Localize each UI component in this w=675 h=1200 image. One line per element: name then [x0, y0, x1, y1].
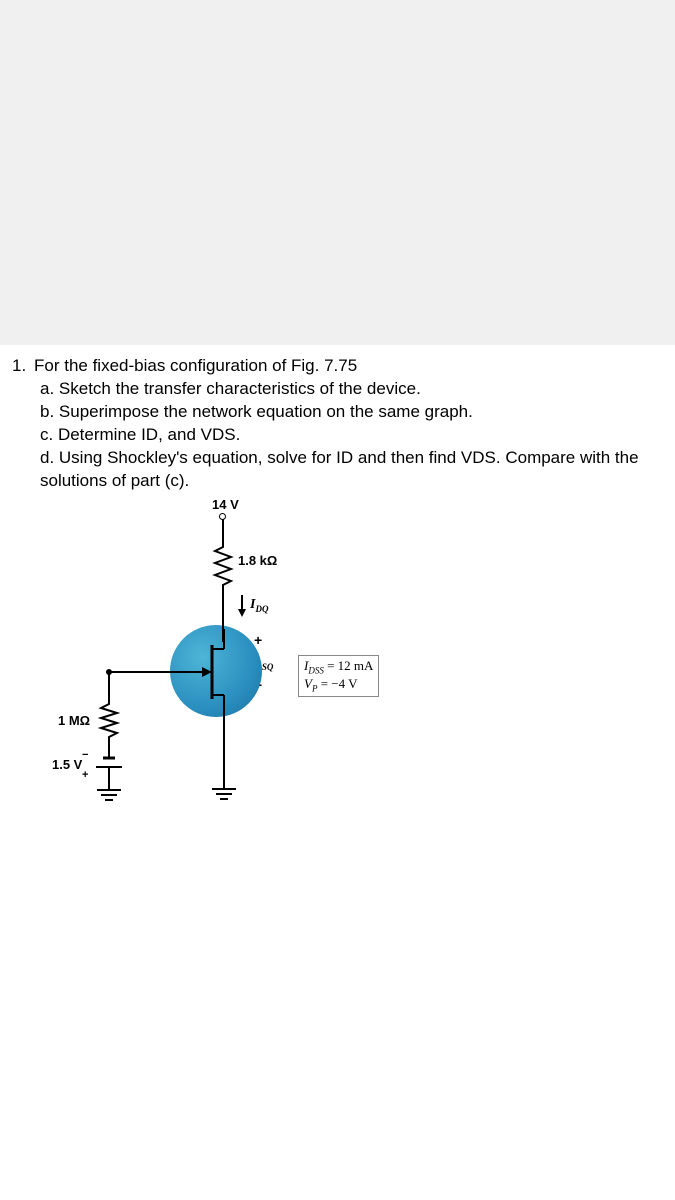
question-stem: 1.For the fixed-bias configuration of Fi… — [12, 355, 663, 378]
circuit-figure: 14 V 1.8 kΩ IDQ — [40, 497, 480, 837]
question-part-d: d. Using Shockley's equation, solve for … — [40, 447, 663, 493]
vp-letter: V — [304, 676, 312, 691]
idq-label: IDQ — [250, 597, 268, 614]
jfet-params-box: IDSS = 12 mA VP = −4 V — [298, 655, 379, 698]
wire-vdd-to-rd — [222, 517, 224, 545]
idss-sub: DSS — [308, 665, 324, 675]
top-blank-area — [0, 0, 675, 345]
rg-value: 1 MΩ — [58, 713, 90, 728]
question-part-a: a. Sketch the transfer characteristics o… — [40, 378, 663, 401]
wire-drain-stub — [223, 629, 225, 639]
wire-rg-to-batt — [108, 741, 110, 755]
vgg-plus: + — [82, 769, 88, 781]
ground-gate-icon — [95, 787, 123, 805]
ground-source-icon — [210, 785, 238, 803]
question-part-b: b. Superimpose the network equation on t… — [40, 401, 663, 424]
vgg-value: 1.5 V — [52, 757, 82, 772]
wire-source-to-ground — [223, 705, 225, 785]
wire-batt-to-ground — [108, 777, 110, 787]
wire-gate-down — [108, 672, 110, 702]
resistor-rg — [98, 701, 120, 741]
battery-vgg-icon — [90, 755, 128, 777]
wire-gate-horizontal — [108, 671, 182, 673]
vdd-terminal — [219, 513, 226, 520]
idq-sub: DQ — [255, 603, 268, 613]
resistor-rd — [212, 543, 234, 587]
rd-value: 1.8 kΩ — [238, 553, 277, 568]
vgg-minus: − — [82, 749, 88, 761]
document-content: 1.For the fixed-bias configuration of Fi… — [0, 345, 675, 1200]
gate-node — [106, 669, 112, 675]
question-stem-text: For the fixed-bias configuration of Fig.… — [34, 356, 357, 375]
vp-row: VP = −4 V — [304, 676, 373, 694]
idss-value: = 12 mA — [324, 658, 374, 673]
question-block: 1.For the fixed-bias configuration of Fi… — [12, 355, 663, 493]
question-part-c: c. Determine ID, and VDS. — [40, 424, 663, 447]
vdd-label: 14 V — [212, 497, 239, 512]
idss-row: IDSS = 12 mA — [304, 658, 373, 676]
vp-value: = −4 V — [317, 676, 357, 691]
idq-arrow-icon — [236, 595, 248, 617]
question-number: 1. — [12, 355, 34, 378]
jfet-symbol-icon — [180, 637, 260, 707]
